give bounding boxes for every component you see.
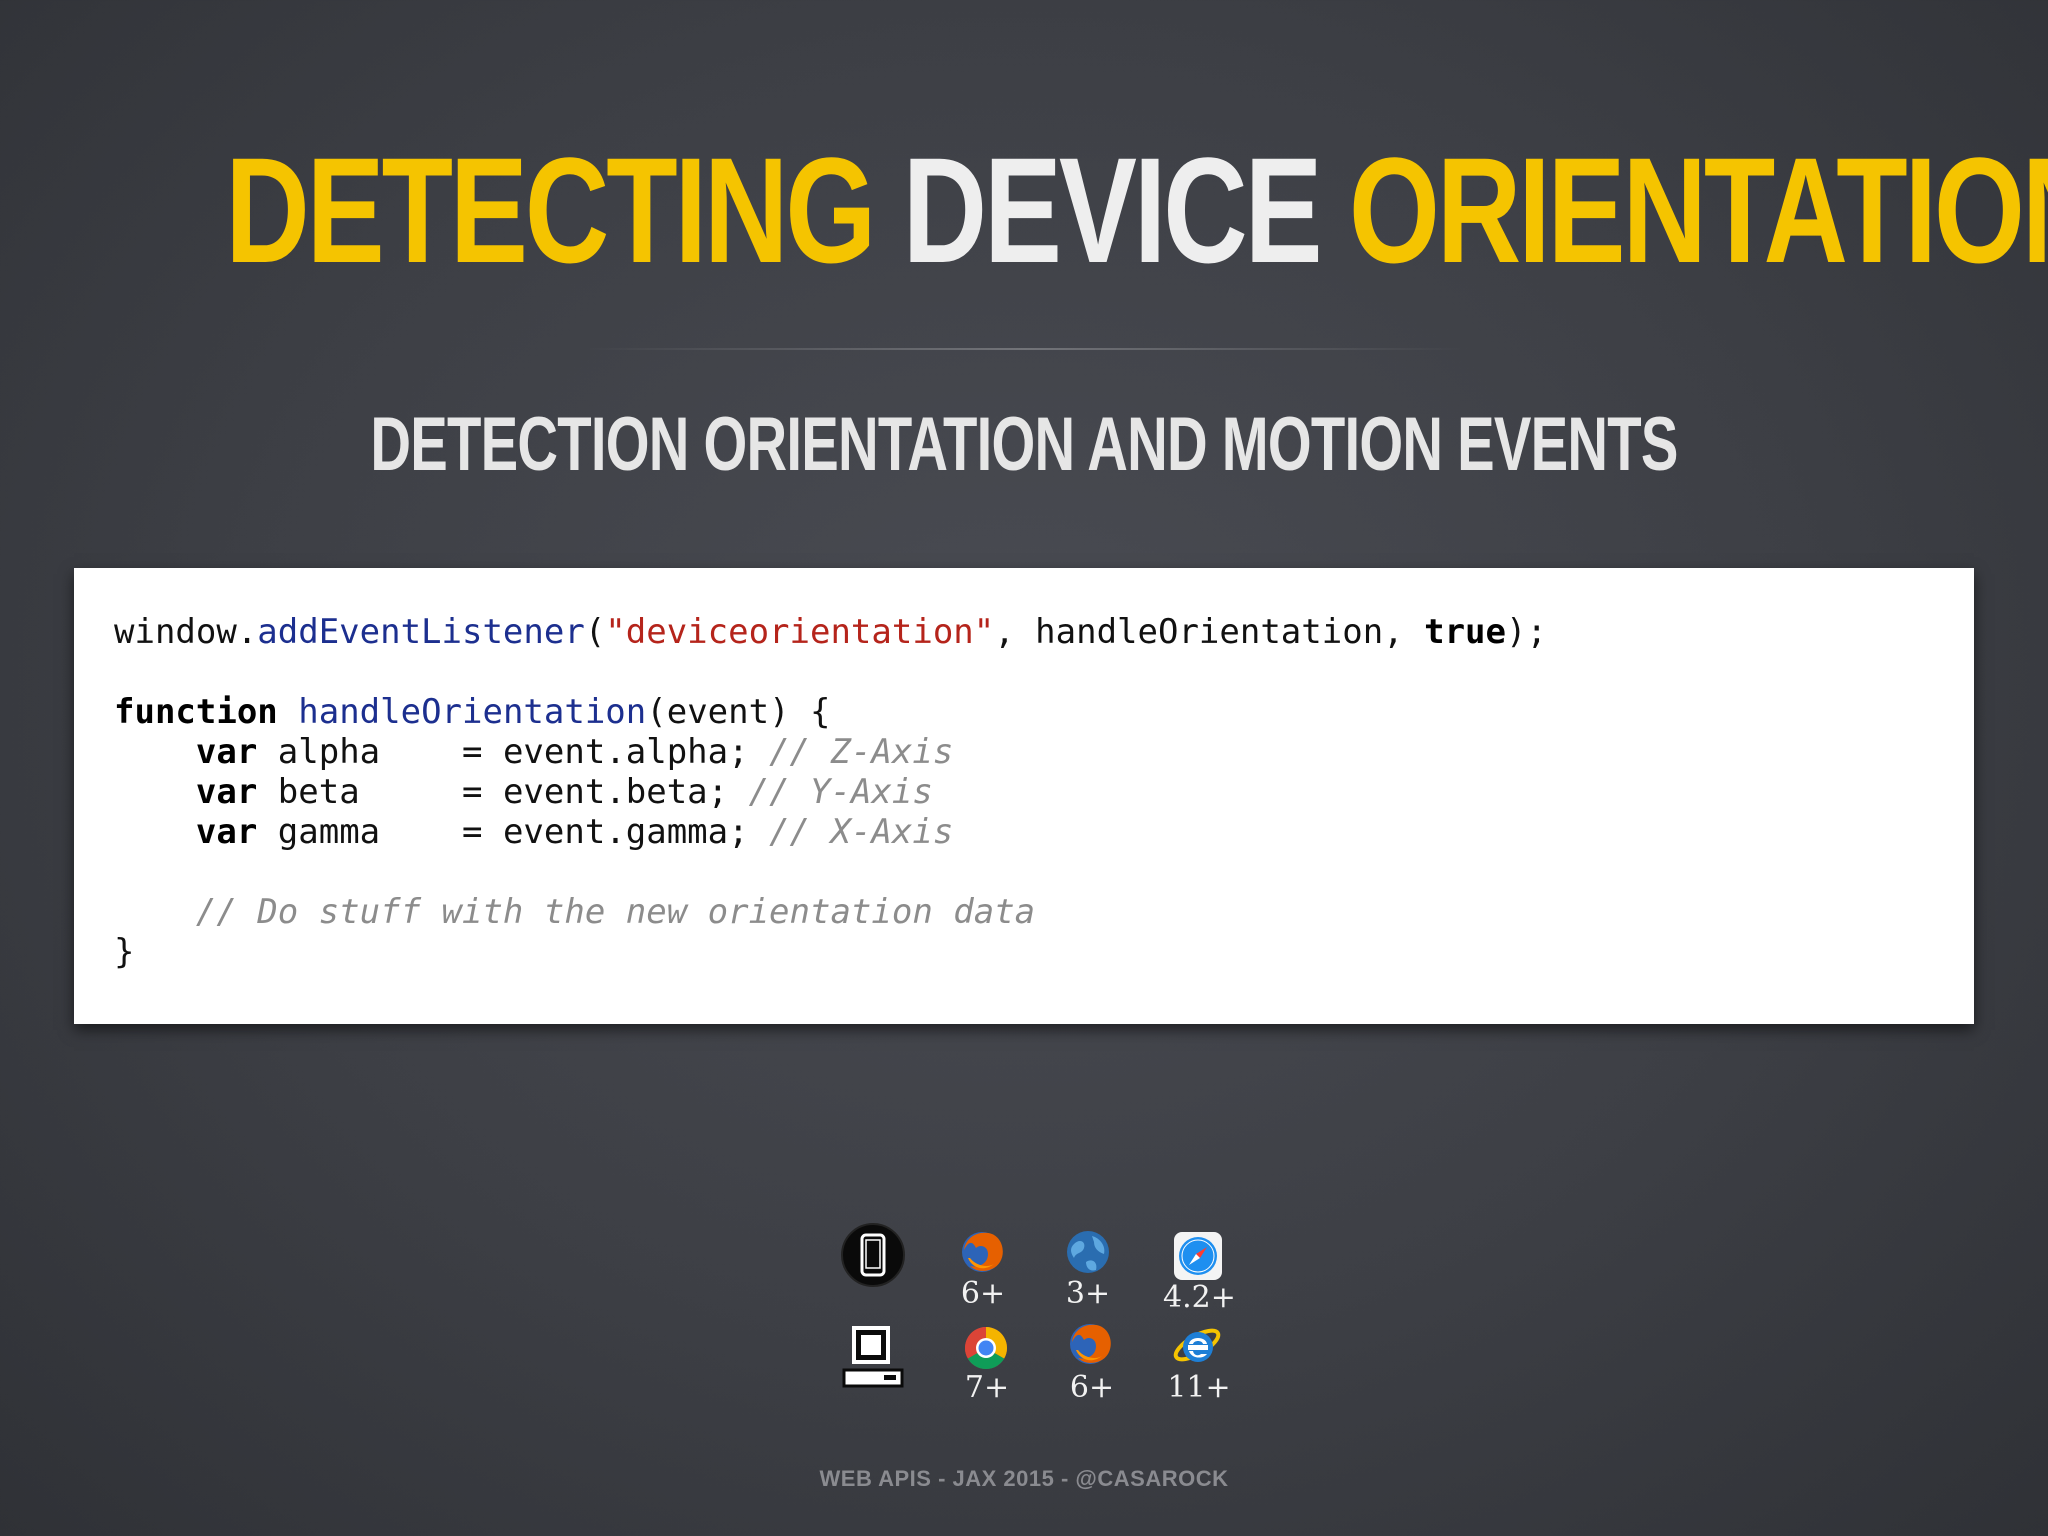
code-function-name: handleOrientation <box>298 692 647 732</box>
code-keyword: var <box>195 732 258 772</box>
android-browser-icon <box>1067 1231 1109 1273</box>
code-string: "deviceorientation" <box>605 612 995 652</box>
code-keyword: var <box>195 812 258 852</box>
slide-footer: WEB APIS - JAX 2015 - @CASAROCK <box>819 1466 1229 1491</box>
code-text: , handleOrientation, <box>994 612 1425 652</box>
firefox-version: 6+ <box>1069 1370 1115 1405</box>
code-comment: // Do stuff with the new orientation dat… <box>195 892 1036 932</box>
code-text: gamma = event.gamma; <box>257 812 770 852</box>
code-comment: // X-Axis <box>769 812 954 852</box>
safari-version: 4.2+ <box>1163 1280 1236 1315</box>
code-text: ( <box>584 612 606 652</box>
internet-explorer-icon <box>1173 1328 1221 1362</box>
code-comment: // Y-Axis <box>748 772 933 812</box>
desktop-computer-icon <box>842 1326 904 1388</box>
internet-explorer-version: 11+ <box>1167 1370 1231 1405</box>
code-text: beta = event.beta; <box>257 772 749 812</box>
code-text: (event) { <box>646 692 831 732</box>
code-method: addEventListener <box>257 612 585 652</box>
code-keyword: function <box>114 692 278 732</box>
code-text: alpha = event.alpha; <box>257 732 770 772</box>
code-text: } <box>114 932 135 972</box>
title-word-device: DEVICE <box>902 126 1323 294</box>
chrome-version: 7+ <box>964 1370 1010 1405</box>
code-text: window. <box>114 612 258 652</box>
code-keyword: var <box>195 772 258 812</box>
code-text: ); <box>1506 612 1547 652</box>
firefox-icon <box>1070 1324 1111 1364</box>
title-word-detecting: DETECTING <box>225 126 876 294</box>
firefox-version: 6+ <box>960 1276 1006 1311</box>
chrome-icon <box>964 1327 1008 1370</box>
code-block: window.addEventListener("deviceorientati… <box>74 568 1974 1024</box>
firefox-icon <box>962 1232 1003 1272</box>
slide-title: DETECTING DEVICE ORIENTATION <box>225 120 2048 300</box>
safari-icon <box>1174 1232 1222 1280</box>
code-keyword: true <box>1424 612 1506 652</box>
code-comment: // Z-Axis <box>769 732 954 772</box>
code-listing: window.addEventListener("deviceorientati… <box>114 612 1547 972</box>
mobile-device-icon <box>841 1223 905 1287</box>
slide: DETECTING DEVICE ORIENTATION DETECTION O… <box>0 0 2048 1536</box>
title-divider <box>585 348 1465 350</box>
android-browser-version: 3+ <box>1065 1276 1111 1311</box>
slide-subtitle: DETECTION ORIENTATION AND MOTION EVENTS <box>370 402 1678 487</box>
title-word-orientation: ORIENTATION <box>1348 126 2048 294</box>
